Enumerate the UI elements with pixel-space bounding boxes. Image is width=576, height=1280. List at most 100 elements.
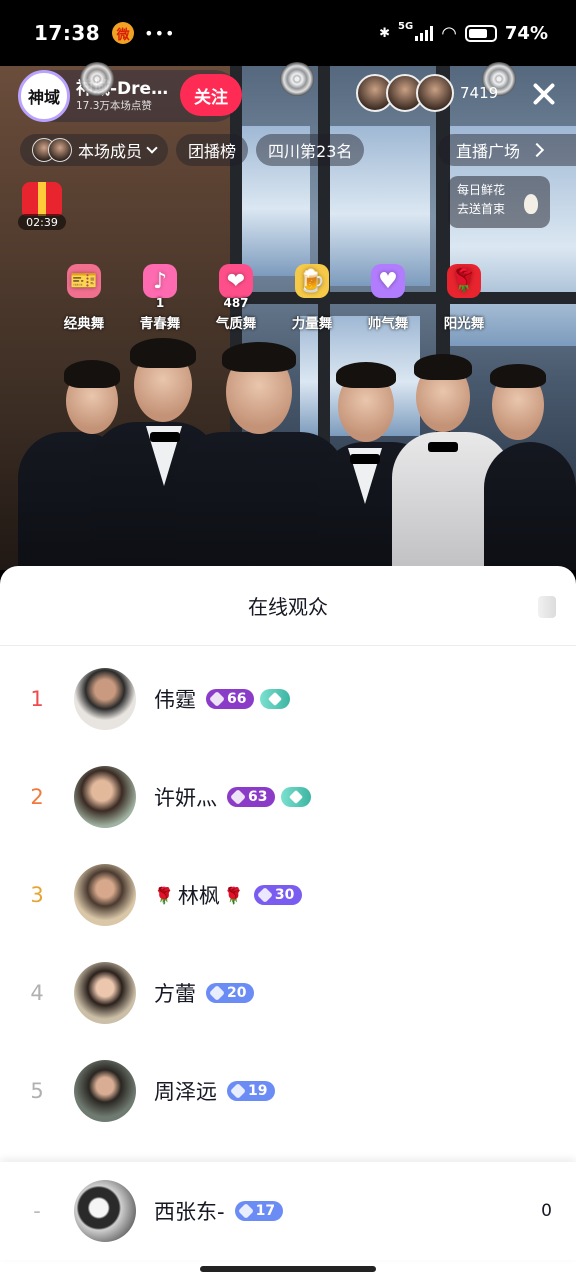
performer-hair — [336, 362, 396, 388]
fan-badge-icon — [281, 787, 312, 807]
live-square-button[interactable]: 直播广场 — [438, 134, 576, 166]
dance-label: 气质舞 — [215, 316, 257, 332]
top-viewers[interactable] — [356, 74, 454, 112]
battery-percent: 74% — [504, 22, 548, 44]
my-name: 西张东- — [154, 1200, 225, 1224]
level-value: 66 — [227, 691, 247, 707]
audience-avatar[interactable] — [74, 1060, 136, 1122]
rose-icon: 🌹 — [154, 885, 174, 905]
audience-avatar[interactable] — [74, 864, 136, 926]
region-rank-button[interactable]: 四川第23名 — [256, 134, 365, 166]
network-type: 5G — [398, 20, 414, 32]
audience-name-text: 伟霆 — [154, 688, 196, 712]
dance-label: 青春舞 — [139, 316, 181, 332]
performer — [484, 442, 576, 570]
dance-item[interactable]: 🌹 阳光舞 — [438, 264, 490, 332]
signal-icon — [415, 25, 434, 41]
level-badge: 66 — [206, 689, 255, 709]
audience-name-text: 林枫 — [177, 884, 220, 908]
my-rank-row[interactable]: - 西张东- 17 0 — [0, 1162, 576, 1260]
dance-count: 487 — [223, 296, 249, 310]
dance-icon: ♪ — [143, 264, 177, 298]
level-value: 17 — [255, 1203, 276, 1219]
panel-handle-icon — [538, 596, 556, 618]
clock: 17:38 — [34, 21, 101, 45]
dance-icon: 🌹 — [447, 264, 481, 298]
chevron-right-icon — [529, 142, 545, 158]
audience-row[interactable]: 1 伟霆 66 — [0, 650, 576, 748]
audience-name-text: 方蕾 — [154, 982, 196, 1006]
audience-row[interactable]: 2 许妍灬 63 — [0, 748, 576, 846]
fan-club-badge-icon — [280, 62, 314, 96]
dance-label: 帅气舞 — [367, 316, 409, 332]
level-badge: 63 — [227, 787, 276, 807]
dance-label: 阳光舞 — [443, 316, 485, 332]
chevron-down-icon — [146, 142, 158, 154]
bow-tie — [150, 432, 180, 442]
bow-tie — [350, 454, 380, 464]
bow-tie — [428, 442, 458, 452]
rank-button[interactable]: 团播榜 — [176, 134, 249, 166]
viewer-avatar[interactable] — [416, 74, 454, 112]
fan-club-badge-icon — [80, 62, 114, 96]
my-avatar[interactable] — [74, 1180, 136, 1242]
red-packet-icon[interactable]: 02:39 — [18, 180, 66, 230]
performer-hair — [490, 364, 546, 388]
members-button[interactable]: 本场成员 — [20, 134, 169, 166]
audience-name: 周泽远 — [154, 1076, 217, 1106]
dance-item[interactable]: ♪ 1 青春舞 — [134, 264, 186, 332]
dance-item[interactable]: 🎫 经典舞 — [58, 264, 110, 332]
performer-hair — [64, 360, 120, 388]
wifi-icon: ◠ — [441, 22, 457, 44]
viewer-count[interactable]: 7419 — [460, 84, 498, 102]
performer-hair — [414, 354, 472, 380]
audience-avatar[interactable] — [74, 668, 136, 730]
host-avatar[interactable]: 神域 — [18, 70, 70, 122]
members-label: 本场成员 — [78, 142, 143, 161]
my-score: 0 — [541, 1201, 552, 1221]
audience-row[interactable]: 3 🌹 林枫 🌹 30 — [0, 846, 576, 944]
audience-name: 方蕾 — [154, 978, 196, 1008]
live-nav: 本场成员 团播榜 四川第23名 — [20, 134, 365, 166]
more-notifications-icon: ••• — [144, 23, 176, 43]
level-value: 20 — [227, 985, 247, 1001]
panel-title: 在线观众 — [0, 566, 576, 646]
home-indicator[interactable] — [200, 1266, 376, 1272]
dance-item[interactable]: ♥ 帅气舞 — [362, 264, 414, 332]
dance-icon: 🎫 — [67, 264, 101, 298]
online-audience-panel: 在线观众 1 伟霆 66 2 许妍灬 63 3 🌹 林枫 🌹 30 4 方蕾 20 5 周泽远 19 - 西张东… — [0, 566, 576, 1280]
daily-flower-banner[interactable]: 每日鲜花 去送首束 — [448, 176, 550, 228]
audience-rank: 2 — [30, 785, 44, 809]
audience-rank: 3 — [30, 883, 44, 907]
audience-rank: 5 — [30, 1079, 44, 1103]
audience-name: 伟霆 — [154, 684, 196, 714]
dance-count: 1 — [155, 296, 165, 310]
host-likes: 17.3万本场点赞 — [76, 99, 152, 112]
audience-name-text: 许妍灬 — [154, 786, 217, 810]
bluetooth-icon: ✱ — [379, 25, 391, 41]
level-value: 63 — [248, 789, 268, 805]
audience-rank: 4 — [30, 981, 44, 1005]
dance-menu: 🎫 经典舞 ♪ 1 青春舞 ❤ 487 气质舞 🍺 力量舞 ♥ 帅气舞 🌹 阳光舞 — [58, 264, 490, 332]
member-avatars — [32, 138, 72, 162]
audience-rank: 1 — [30, 687, 44, 711]
dance-item[interactable]: 🍺 力量舞 — [286, 264, 338, 332]
audience-row[interactable]: 5 周泽远 19 — [0, 1042, 576, 1140]
close-icon[interactable] — [530, 80, 558, 108]
follow-button[interactable]: 关注 — [180, 74, 242, 116]
audience-avatar[interactable] — [74, 766, 136, 828]
audience-row[interactable]: 4 方蕾 20 — [0, 944, 576, 1042]
my-rank: - — [33, 1199, 41, 1223]
audience-avatar[interactable] — [74, 962, 136, 1024]
level-value: 19 — [248, 1083, 268, 1099]
dance-item[interactable]: ❤ 487 气质舞 — [210, 264, 262, 332]
battery-icon — [464, 24, 497, 42]
status-bar: 17:38 微 ••• ✱ 5G ◠ 74% — [0, 0, 576, 66]
level-badge: 20 — [206, 983, 255, 1003]
red-packet-timer: 02:39 — [18, 214, 66, 230]
weibo-app-icon: 微 — [112, 22, 135, 44]
fan-badge-icon — [260, 689, 291, 709]
performer-hair — [222, 342, 296, 372]
dance-icon: 🍺 — [295, 264, 329, 298]
dance-label: 经典舞 — [63, 316, 105, 332]
